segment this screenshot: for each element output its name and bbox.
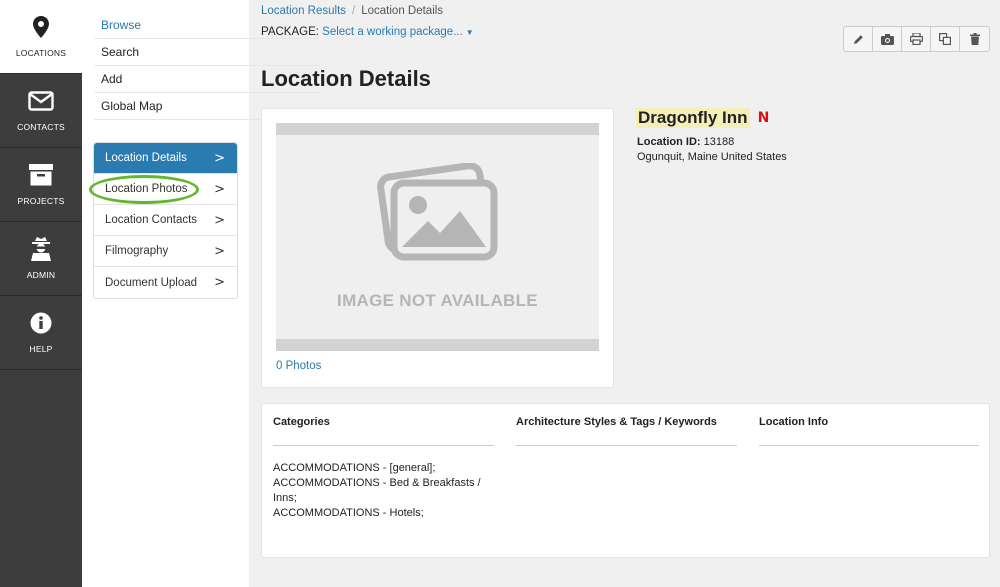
breadcrumb: Location Results / Location Details — [261, 5, 443, 17]
nav-location-contacts[interactable]: Location Contacts > — [94, 205, 237, 236]
rail-label: CONTACTS — [17, 122, 65, 132]
image-not-available-text: IMAGE NOT AVAILABLE — [337, 291, 538, 310]
pencil-icon — [853, 34, 863, 44]
add-photo-button[interactable] — [873, 27, 902, 51]
location-id-label: Location ID: — [637, 136, 701, 148]
location-id: Location ID: 13188 — [637, 136, 734, 148]
categories-column: Categories ACCOMMODATIONS - [general]; A… — [273, 416, 494, 521]
photo-placeholder[interactable]: IMAGE NOT AVAILABLE — [276, 123, 599, 351]
main-content: Location Results / Location Details PACKAG… — [249, 0, 1000, 587]
category-item: Inns; — [273, 492, 297, 504]
breadcrumb-separator: / — [352, 5, 356, 17]
photo-card: IMAGE NOT AVAILABLE 0 Photos — [261, 108, 614, 388]
archive-box-icon — [28, 162, 54, 188]
page-title: Location Details — [261, 66, 431, 91]
photos-count-link[interactable]: 0 Photos — [276, 360, 321, 372]
left-rail: LOCATIONS CONTACTS PROJECTS ADMIN HELP — [0, 0, 82, 587]
envelope-icon — [28, 88, 54, 114]
nav-filmography[interactable]: Filmography > — [94, 236, 237, 267]
chevron-right-icon: > — [214, 212, 225, 228]
nav-label: Location Photos — [105, 183, 188, 195]
location-id-value: 13188 — [703, 136, 735, 148]
copy-icon — [939, 33, 951, 45]
print-button[interactable] — [902, 27, 931, 51]
architecture-title: Architecture Styles & Tags / Keywords — [516, 416, 737, 446]
chevron-right-icon: > — [214, 150, 225, 166]
rail-label: ADMIN — [26, 270, 56, 280]
package-label: PACKAGE: — [261, 26, 319, 38]
nav-document-upload[interactable]: Document Upload > — [94, 267, 237, 298]
rail-item-help[interactable]: HELP — [0, 296, 82, 370]
location-info-column: Location Info — [759, 416, 979, 446]
architecture-column: Architecture Styles & Tags / Keywords — [516, 416, 737, 446]
categories-list: ACCOMMODATIONS - [general]; ACCOMMODATIO… — [273, 461, 494, 521]
placeholder-bar — [276, 123, 599, 135]
category-item: ACCOMMODATIONS - Hotels; — [273, 507, 424, 519]
action-toolbar — [843, 26, 990, 52]
netflix-logo-icon: N — [757, 110, 770, 126]
trash-icon — [969, 33, 980, 45]
rail-label: LOCATIONS — [15, 48, 67, 58]
location-info-title: Location Info — [759, 416, 979, 446]
package-dropdown[interactable]: Select a working package... ▼ — [322, 26, 474, 38]
print-icon — [909, 33, 923, 45]
chevron-right-icon: > — [214, 275, 225, 290]
image-placeholder-icon — [377, 163, 498, 261]
package-selector: PACKAGE: Select a working package... ▼ — [261, 26, 474, 38]
nav-label: Filmography — [105, 245, 169, 257]
location-name-row: Dragonfly Inn N — [636, 108, 769, 128]
delete-button[interactable] — [960, 27, 989, 51]
categories-title: Categories — [273, 416, 494, 446]
rail-item-admin[interactable]: ADMIN — [0, 222, 82, 296]
rail-item-projects[interactable]: PROJECTS — [0, 148, 82, 222]
location-address: Ogunquit, Maine United States — [637, 151, 787, 163]
nav-label: Location Contacts — [105, 214, 198, 226]
nav-location-details[interactable]: Location Details > — [94, 143, 237, 174]
breadcrumb-current: Location Details — [361, 5, 444, 17]
nav-location-photos[interactable]: Location Photos > — [94, 174, 237, 205]
location-name: Dragonfly Inn — [636, 108, 750, 128]
map-pin-icon — [28, 14, 54, 40]
nav-label: Location Details — [105, 152, 187, 164]
package-link: Select a working package... — [322, 26, 463, 38]
chevron-right-icon: > — [214, 243, 225, 259]
edit-button[interactable] — [844, 27, 873, 51]
breadcrumb-location-results[interactable]: Location Results — [261, 5, 346, 17]
rail-label: PROJECTS — [17, 196, 65, 206]
user-secret-icon — [28, 236, 54, 262]
category-item: ACCOMMODATIONS - Bed & Breakfasts / — [273, 477, 481, 489]
nav-label: Document Upload — [105, 276, 198, 289]
chevron-right-icon: > — [214, 181, 225, 197]
category-item: ACCOMMODATIONS - [general]; — [273, 462, 436, 474]
rail-item-contacts[interactable]: CONTACTS — [0, 74, 82, 148]
location-detail-nav: Location Details > Location Photos > Loc… — [93, 142, 238, 299]
camera-icon — [880, 33, 894, 45]
rail-label: HELP — [29, 344, 53, 354]
info-circle-icon — [28, 310, 54, 336]
placeholder-bar — [276, 339, 599, 351]
duplicate-button[interactable] — [931, 27, 960, 51]
info-card: Categories ACCOMMODATIONS - [general]; A… — [261, 403, 990, 558]
rail-item-locations[interactable]: LOCATIONS — [0, 0, 82, 74]
caret-down-icon: ▼ — [465, 28, 474, 37]
